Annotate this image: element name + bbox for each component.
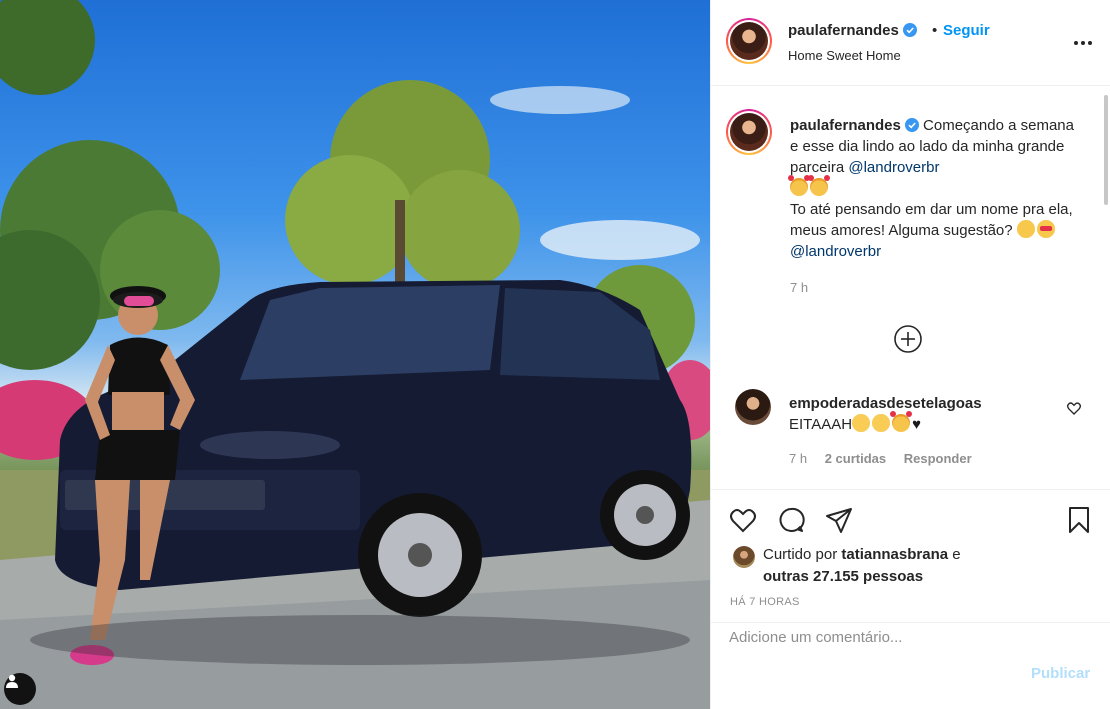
publish-button[interactable]: Publicar <box>1031 665 1090 682</box>
likes-conjunction: e <box>952 546 961 563</box>
post-timestamp[interactable]: HÁ 7 HORAS <box>730 596 800 608</box>
verified-badge-icon <box>904 118 919 132</box>
commenter-username[interactable]: empoderadasdesetelagoas <box>789 395 982 412</box>
author-username-text[interactable]: paulafernandes <box>788 22 899 39</box>
caption-author-avatar[interactable] <box>726 109 772 155</box>
liker-username[interactable]: tatiannasbrana <box>841 546 948 563</box>
follow-button[interactable]: Seguir <box>943 22 990 39</box>
likes-summary: Curtido por tatiannasbrana e outras 27.1… <box>763 544 1003 588</box>
author-avatar[interactable] <box>726 18 772 64</box>
load-more-comments-icon[interactable] <box>893 324 923 354</box>
flushed-emoji-icon <box>852 414 871 432</box>
person-icon <box>6 674 18 688</box>
caption-time[interactable]: 7 h <box>790 280 808 295</box>
liker-avatar[interactable] <box>733 546 755 568</box>
verified-badge-icon <box>902 23 917 37</box>
post-side-panel: paulafernandes • Seguir Home Sweet Home … <box>710 0 1110 709</box>
post-photo[interactable] <box>0 0 710 709</box>
more-options-icon[interactable] <box>1071 32 1095 54</box>
post-location[interactable]: Home Sweet Home <box>788 48 901 63</box>
smiling-hearts-emoji-icon <box>808 175 830 196</box>
reply-button[interactable]: Responder <box>904 451 972 466</box>
smiling-hearts-emoji-icon <box>788 175 810 196</box>
comment-likes-count[interactable]: 2 curtidas <box>825 451 886 466</box>
comment-input[interactable] <box>729 627 1019 647</box>
likes-others-count[interactable]: outras 27.155 pessoas <box>763 568 923 585</box>
black-heart-emoji-icon: ♥ <box>912 416 921 433</box>
save-bookmark-icon[interactable] <box>1065 506 1093 534</box>
author-username[interactable]: paulafernandes <box>788 22 917 39</box>
commenter-avatar[interactable] <box>735 389 771 425</box>
header-separator: • <box>932 22 938 39</box>
comment-time[interactable]: 7 h <box>789 451 807 466</box>
like-heart-icon[interactable] <box>729 506 757 534</box>
caption-mention-1[interactable]: @landroverbr <box>848 159 939 176</box>
comment-meta: 7 h 2 curtidas Responder <box>789 451 972 466</box>
comment-item: empoderadasdesetelagoas EITAAAH ♥ <box>789 393 1059 435</box>
add-comment-bar: Publicar <box>711 622 1110 709</box>
tagged-users-button[interactable] <box>4 673 36 705</box>
post-header: paulafernandes • Seguir Home Sweet Home <box>711 0 1110 86</box>
share-paper-plane-icon[interactable] <box>825 506 853 534</box>
post-caption: paulafernandes Começando a semana e esse… <box>788 115 1075 262</box>
photo-illustration <box>0 0 710 709</box>
comment-text: EITAAAH <box>789 416 853 433</box>
thinking-emoji-icon <box>1016 220 1035 238</box>
likes-prefix: Curtido por <box>763 546 838 563</box>
comment-bubble-icon[interactable] <box>777 506 805 534</box>
heart-eyes-emoji-icon <box>1036 220 1055 238</box>
comment-like-heart-icon[interactable] <box>1066 400 1082 416</box>
smirk-emoji-icon <box>872 414 891 432</box>
post-actions: Curtido por tatiannasbrana e outras 27.1… <box>711 489 1110 621</box>
instagram-post: paulafernandes • Seguir Home Sweet Home … <box>0 0 1110 709</box>
caption-mention-2[interactable]: @landroverbr <box>790 243 881 260</box>
smiling-hearts-emoji-icon <box>890 411 913 432</box>
comments-section[interactable]: paulafernandes Começando a semana e esse… <box>711 87 1110 489</box>
caption-username[interactable]: paulafernandes <box>790 117 901 134</box>
comments-scrollbar[interactable] <box>1104 95 1108 205</box>
